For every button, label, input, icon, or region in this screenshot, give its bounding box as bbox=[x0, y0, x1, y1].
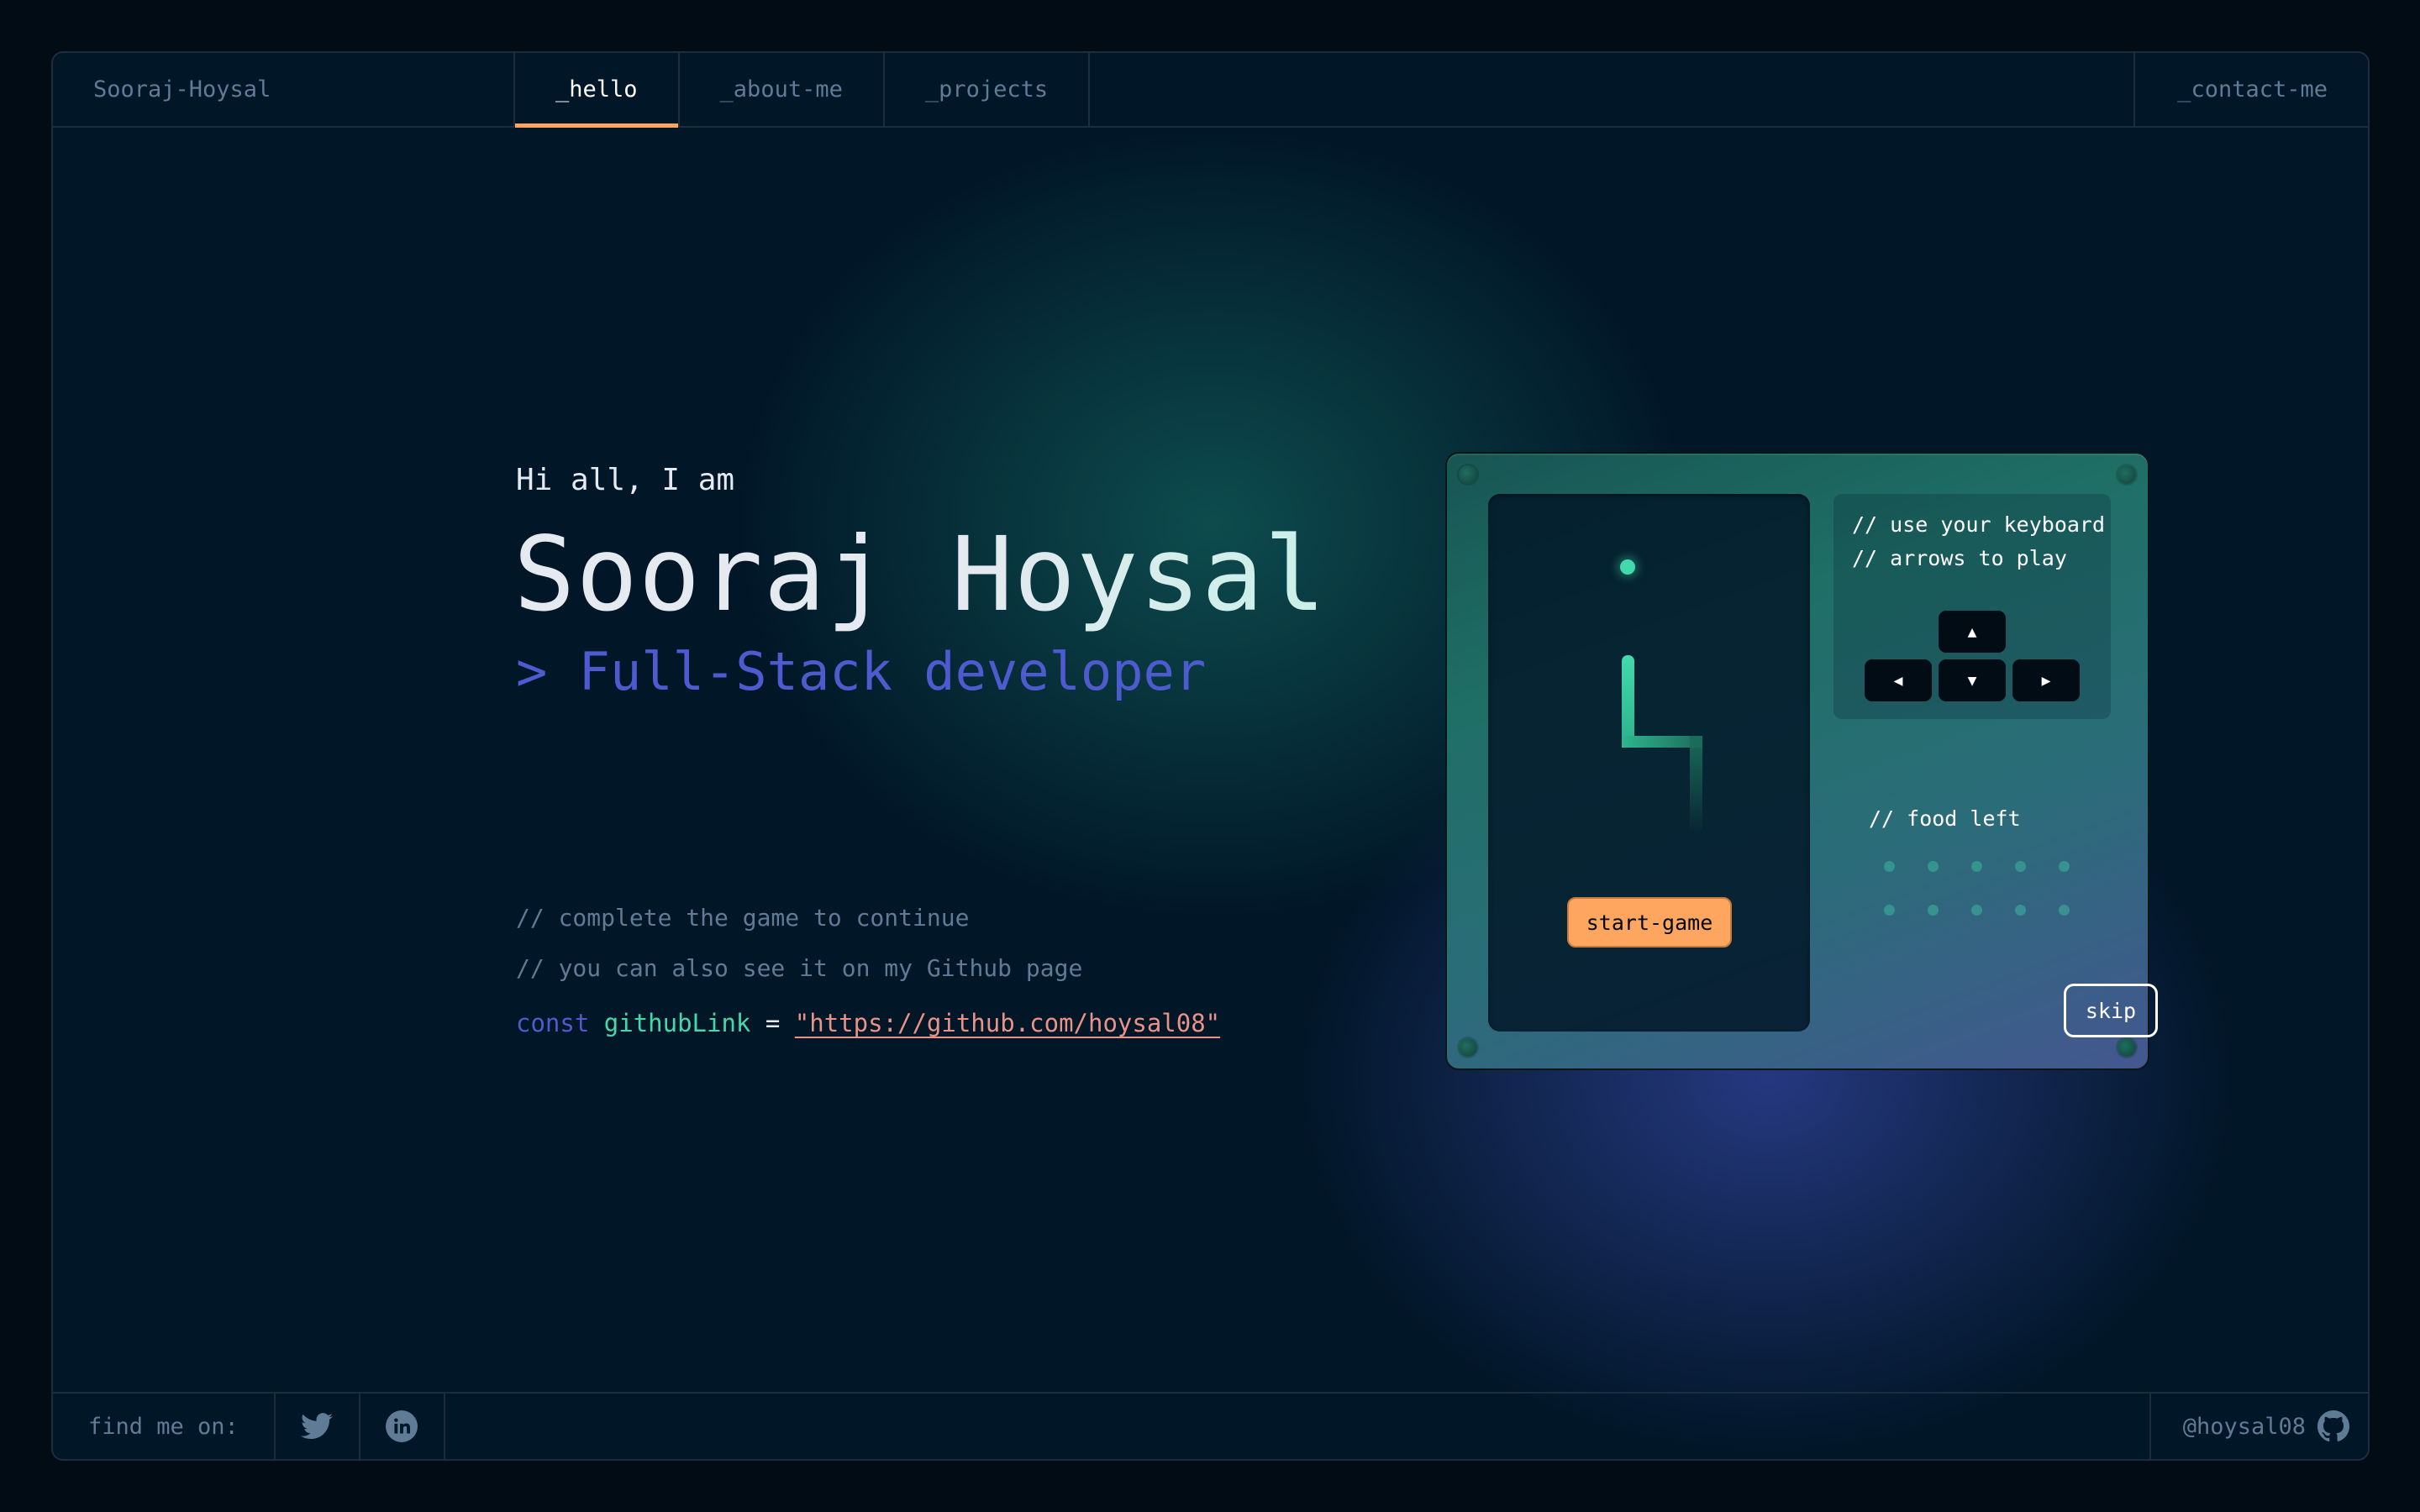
food-dot bbox=[1971, 861, 1982, 872]
code-keyword: const bbox=[516, 1009, 590, 1037]
github-link[interactable]: "https://github.com/hoysal08" bbox=[795, 1009, 1220, 1037]
snake-tail bbox=[1690, 736, 1702, 830]
github-icon bbox=[2317, 1410, 2349, 1442]
food-dot bbox=[1884, 861, 1895, 872]
food-dot bbox=[2059, 905, 2070, 916]
footer-spacer bbox=[445, 1394, 2149, 1459]
top-nav: Sooraj-Hoysal _hello _about-me _projects… bbox=[53, 53, 2368, 128]
github-handle-link[interactable]: @hoysal08 bbox=[2149, 1394, 2368, 1459]
controls-instruction: // arrows to play bbox=[1852, 546, 2067, 570]
linkedin-icon bbox=[386, 1410, 418, 1442]
app-frame: Sooraj-Hoysal _hello _about-me _projects… bbox=[51, 51, 2370, 1461]
snake-body bbox=[1622, 655, 1634, 737]
start-game-button[interactable]: start-game bbox=[1567, 897, 1732, 948]
food-dot bbox=[1884, 905, 1895, 916]
tab-about-me[interactable]: _about-me bbox=[680, 53, 885, 126]
github-link-code: const githubLink = "https://github.com/h… bbox=[516, 1009, 1220, 1037]
screw-icon bbox=[1459, 465, 1477, 484]
hero-name: Sooraj Hoysal bbox=[513, 515, 1327, 634]
controls-instruction: // use your keyboard bbox=[1852, 512, 2106, 537]
food-dot bbox=[2015, 905, 2026, 916]
screw-icon bbox=[2118, 1038, 2136, 1057]
arrow-left-icon[interactable]: ◀ bbox=[1865, 659, 1932, 701]
controls-panel: // use your keyboard // arrows to play ▲… bbox=[1833, 494, 2111, 719]
tab-hello[interactable]: _hello bbox=[515, 53, 680, 128]
greeting-text: Hi all, I am bbox=[516, 463, 735, 497]
food-dot bbox=[1928, 861, 1939, 872]
code-variable: githubLink bbox=[603, 1009, 751, 1037]
food-dot bbox=[2059, 861, 2070, 872]
github-handle: @hoysal08 bbox=[2182, 1413, 2306, 1440]
arrow-down-icon[interactable]: ▼ bbox=[1939, 659, 2006, 701]
code-operator: = bbox=[765, 1009, 781, 1037]
screw-icon bbox=[2118, 465, 2136, 484]
site-brand[interactable]: Sooraj-Hoysal bbox=[53, 53, 515, 126]
github-hint-comment: // you can also see it on my Github page bbox=[516, 954, 1083, 982]
twitter-link[interactable] bbox=[276, 1394, 360, 1459]
hero-role: > Full-Stack developer bbox=[516, 641, 1207, 702]
food-dot bbox=[1928, 905, 1939, 916]
tab-projects[interactable]: _projects bbox=[885, 53, 1091, 126]
food-dot bbox=[2015, 861, 2026, 872]
game-screen[interactable]: start-game bbox=[1488, 494, 1810, 1032]
food-icon bbox=[1620, 559, 1635, 575]
linkedin-link[interactable] bbox=[360, 1394, 445, 1459]
food-left-label: // food left bbox=[1869, 806, 2021, 831]
find-me-label: find me on: bbox=[53, 1394, 276, 1459]
game-hint-comment: // complete the game to continue bbox=[516, 904, 970, 932]
twitter-icon bbox=[301, 1413, 334, 1440]
food-dot bbox=[1971, 905, 1982, 916]
skip-button[interactable]: skip bbox=[2064, 984, 2158, 1037]
footer: find me on: @hoysal08 bbox=[53, 1392, 2368, 1459]
arrow-right-icon[interactable]: ▶ bbox=[2012, 659, 2080, 701]
screw-icon bbox=[1459, 1038, 1477, 1057]
snake-game-board: start-game // use your keyboard // arrow… bbox=[1445, 452, 2158, 1070]
arrow-up-icon[interactable]: ▲ bbox=[1939, 611, 2006, 653]
tab-contact-me[interactable]: _contact-me bbox=[2133, 53, 2368, 126]
